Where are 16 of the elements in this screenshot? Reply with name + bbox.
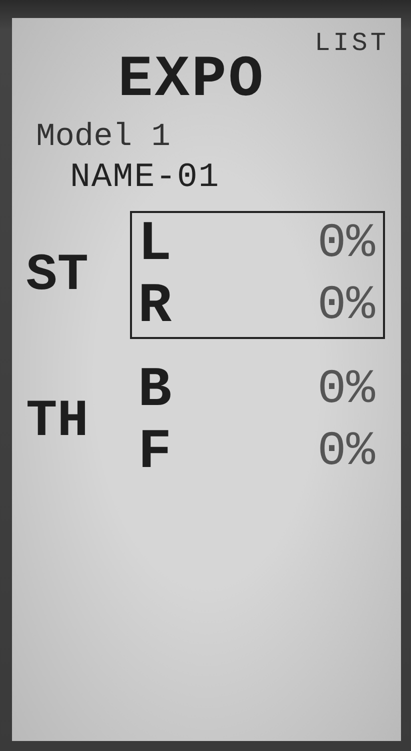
expo-value: 0% <box>317 425 375 479</box>
screen-title: EXPO <box>118 52 266 110</box>
direction-label: R <box>138 274 172 338</box>
channel-rows[interactable]: B 0% F 0% <box>130 357 385 485</box>
expo-value: 0% <box>317 363 375 417</box>
expo-value: 0% <box>317 217 375 271</box>
expo-value: 0% <box>317 279 375 333</box>
model-label: Model 1 <box>36 118 172 155</box>
direction-label: B <box>138 358 172 422</box>
selection-frame[interactable]: L 0% R 0% <box>130 211 385 339</box>
direction-label: F <box>138 420 172 484</box>
channel-label: ST <box>26 246 90 304</box>
channel-label: TH <box>26 392 90 450</box>
list-label: LIST <box>314 28 389 58</box>
direction-label: L <box>138 212 172 276</box>
model-name: NAME-01 <box>70 159 221 197</box>
